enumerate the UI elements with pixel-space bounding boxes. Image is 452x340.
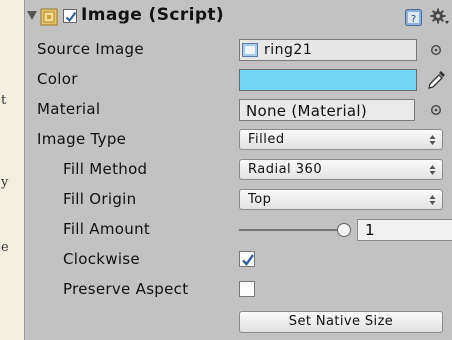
material-field[interactable]: None (Material) [239,99,415,121]
background-page-text: t y e [0,0,24,340]
eyedropper-icon[interactable] [425,69,447,91]
material-label: Material [37,100,101,118]
material-value: None (Material) [246,102,368,120]
set-native-size-button[interactable]: Set Native Size [239,311,443,333]
dropdown-arrows-icon [429,195,436,205]
checkmark-icon [65,11,77,23]
fill-amount-slider-thumb[interactable] [337,223,351,237]
component-header[interactable]: Image (Script) ? [25,2,452,32]
color-swatch-field[interactable] [239,69,417,91]
sprite-icon [242,43,258,57]
preserve-aspect-checkbox[interactable] [239,281,255,297]
component-title: Image (Script) [81,5,225,25]
fill-origin-value: Top [248,192,272,207]
image-type-dropdown[interactable]: Filled [239,129,443,150]
fill-origin-row: Fill Origin Top [25,186,452,214]
fill-method-label: Fill Method [63,160,148,178]
dropdown-arrows-icon [429,135,436,145]
foldout-arrow-icon[interactable] [27,11,37,20]
gear-icon[interactable] [430,8,450,28]
fill-amount-label: Fill Amount [63,220,151,238]
image-type-label: Image Type [37,130,127,148]
fill-method-row: Fill Method Radial 360 [25,156,452,184]
image-component-icon [40,8,58,26]
clockwise-checkbox[interactable] [239,251,255,267]
color-row: Color [25,66,452,94]
set-native-size-row: Set Native Size [25,308,452,336]
fill-method-value: Radial 360 [248,162,323,177]
fill-amount-value: 1 [365,221,375,239]
svg-text:?: ? [411,14,416,25]
image-type-row: Image Type Filled [25,126,452,154]
checkmark-icon [242,254,254,266]
source-image-label: Source Image [37,40,144,58]
color-label: Color [37,70,78,88]
edge-letter: t [1,93,7,108]
clockwise-row: Clockwise [25,246,452,274]
source-image-value: ring21 [264,42,313,58]
edge-letter: e [1,240,9,255]
fill-amount-input[interactable]: 1 [357,219,452,241]
material-row: Material None (Material) [25,96,452,124]
fill-method-dropdown[interactable]: Radial 360 [239,159,443,180]
help-icon[interactable]: ? [405,9,422,26]
preserve-aspect-row: Preserve Aspect [25,276,452,304]
fill-amount-slider-track[interactable] [239,229,343,231]
fill-origin-label: Fill Origin [63,190,137,208]
image-type-value: Filled [248,132,285,147]
clockwise-label: Clockwise [63,250,140,268]
source-image-field[interactable]: ring21 [239,39,417,61]
dropdown-arrows-icon [429,165,436,175]
object-picker-icon[interactable] [430,44,442,56]
object-picker-icon[interactable] [430,104,442,116]
source-image-row: Source Image ring21 [25,36,452,64]
inspector-panel: Image (Script) ? Source Image ring21 Col… [24,0,452,340]
edge-letter: y [1,175,9,190]
fill-amount-row: Fill Amount 1 [25,216,452,244]
component-enabled-checkbox[interactable] [63,9,77,23]
fill-origin-dropdown[interactable]: Top [239,189,443,210]
preserve-aspect-label: Preserve Aspect [63,280,189,298]
